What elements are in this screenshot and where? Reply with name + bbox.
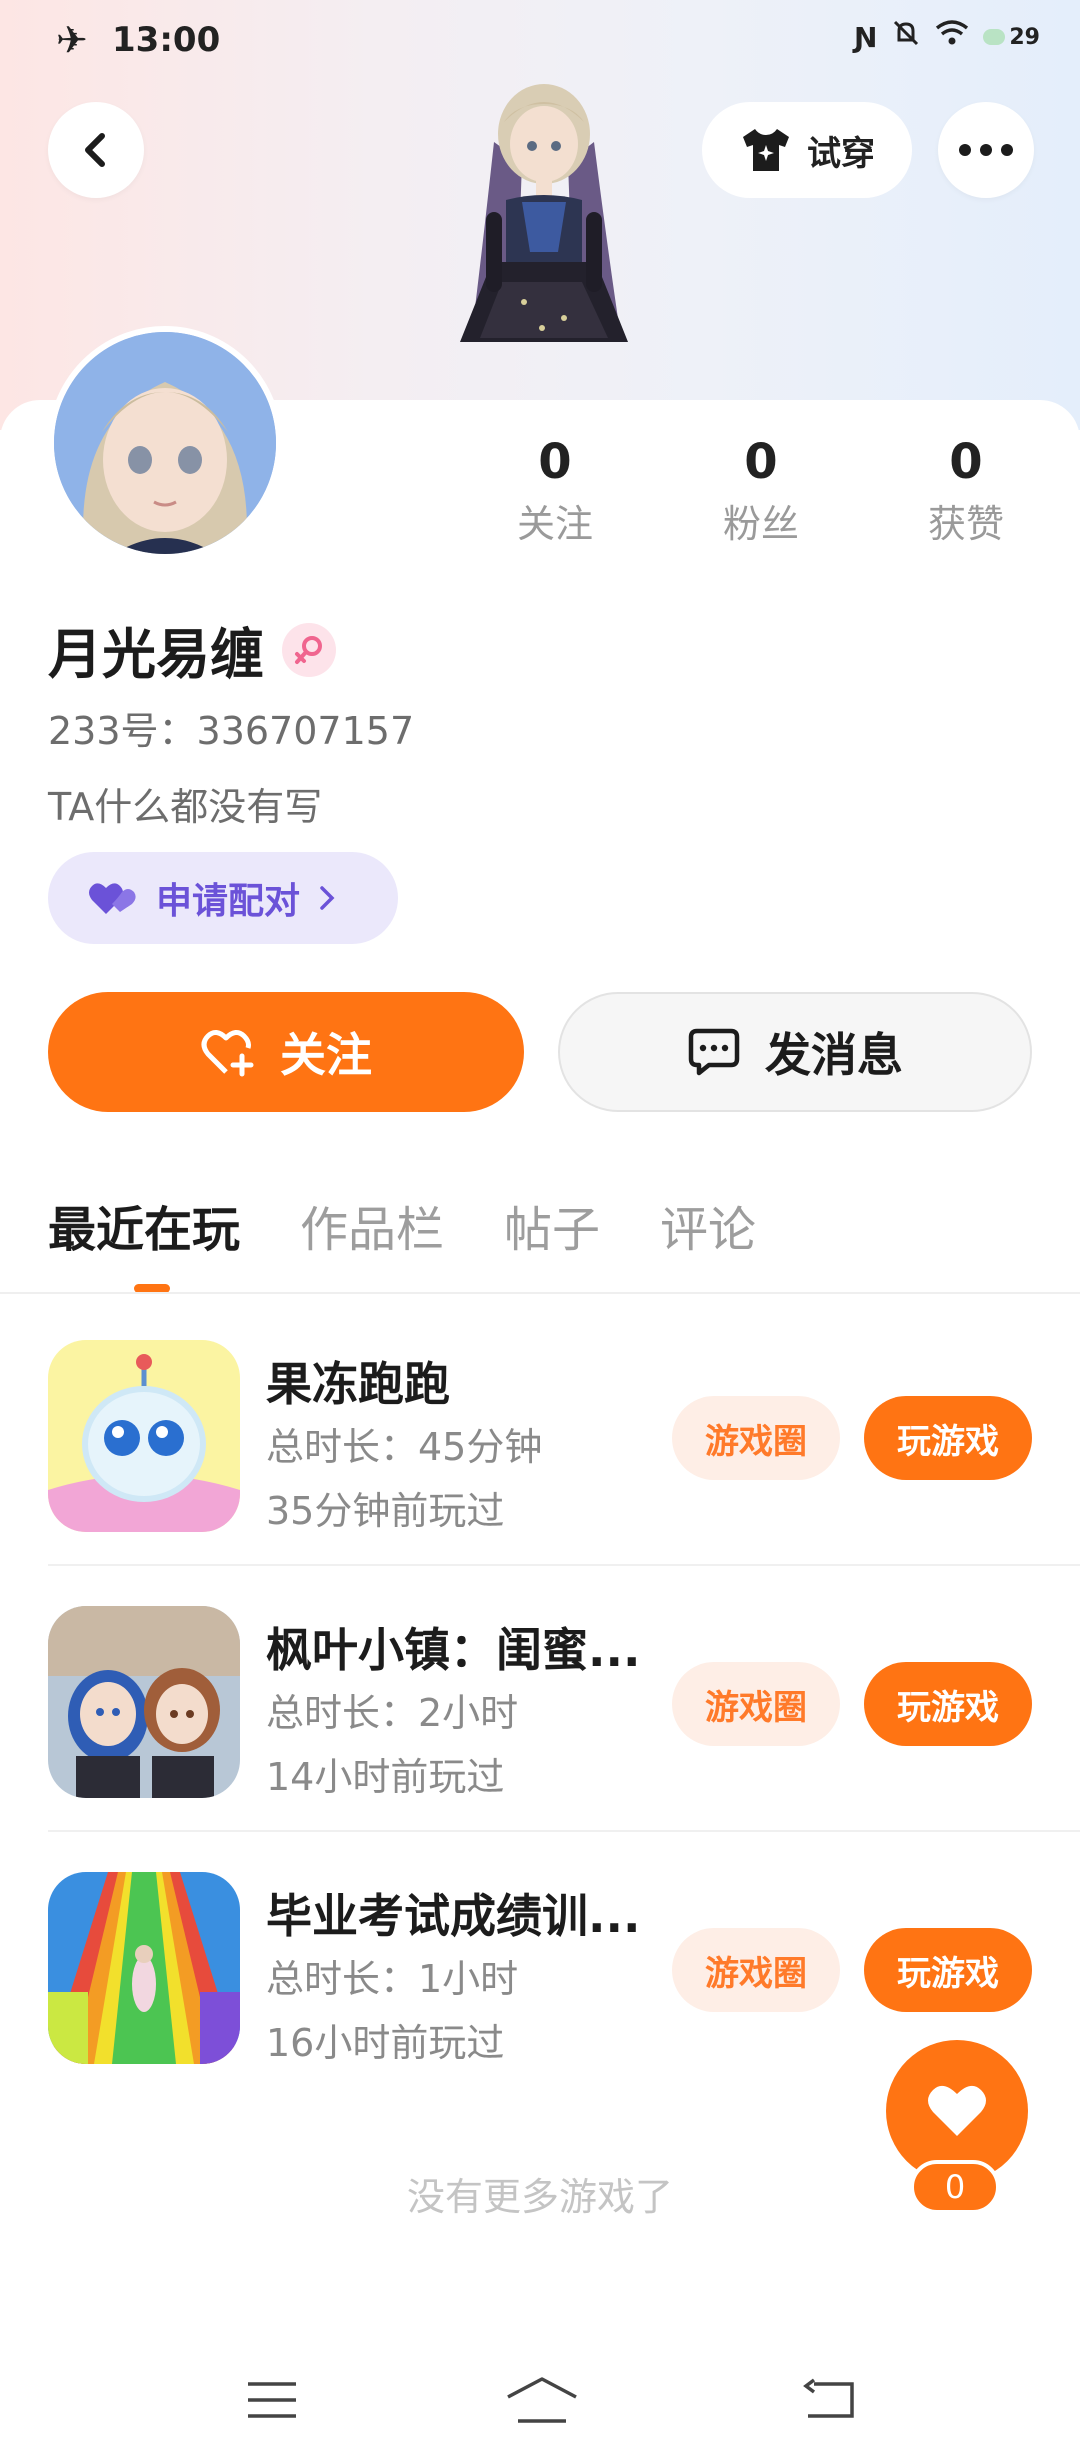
stat-likes-label: 获赞 <box>927 502 1004 546</box>
game-duration: 总时长：1小时 <box>266 1957 519 2001</box>
game-title: 果冻跑跑 <box>266 1357 450 1411</box>
status-bar: ✈ 13:00 Ɲ 29 <box>0 0 1080 80</box>
tab-recently-played[interactable]: 最近在玩 <box>48 1190 240 1260</box>
back-button[interactable] <box>48 102 144 198</box>
stat-following-value: 0 <box>538 434 572 490</box>
try-on-label: 试穿 <box>807 133 875 174</box>
battery-indicator: 29 <box>983 25 1040 50</box>
nfc-icon: Ɲ <box>853 20 878 54</box>
tab-divider <box>0 1292 1080 1294</box>
profile-tabs: 最近在玩 作品栏 帖子 评论 <box>48 1190 756 1260</box>
user-bio: TA什么都没有写 <box>48 785 323 829</box>
like-count-badge: 0 <box>910 2160 1000 2214</box>
stat-fans-value: 0 <box>744 434 778 490</box>
game-duration: 总时长：2小时 <box>266 1691 519 1735</box>
game-row[interactable]: 枫叶小镇：闺蜜... 总时长：2小时 14小时前玩过 游戏圈 玩游戏 <box>0 1566 1080 1832</box>
chevron-right-icon <box>320 886 335 910</box>
mute-bell-icon <box>891 18 921 56</box>
game-title: 枫叶小镇：闺蜜... <box>266 1623 641 1677</box>
chevron-left-icon <box>85 133 105 167</box>
stat-likes[interactable]: 0 获赞 <box>886 430 1046 552</box>
menu-icon[interactable] <box>240 2372 304 2428</box>
chat-bubble-icon <box>688 1028 740 1076</box>
game-last-played: 35分钟前玩过 <box>266 1489 505 1533</box>
game-circle-button[interactable]: 游戏圈 <box>672 1662 840 1746</box>
play-game-button[interactable]: 玩游戏 <box>864 1928 1032 2012</box>
tab-works[interactable]: 作品栏 <box>300 1190 444 1260</box>
game-last-played: 14小时前玩过 <box>266 1755 505 1799</box>
request-pair-button[interactable]: 申请配对 <box>48 852 398 944</box>
tab-posts[interactable]: 帖子 <box>504 1190 600 1260</box>
more-dots-icon <box>959 144 1013 156</box>
stat-following-label: 关注 <box>516 502 593 546</box>
user-id: 233号：336707157 <box>48 709 415 753</box>
game-last-played: 16小时前玩过 <box>266 2021 505 2065</box>
status-time: 13:00 <box>112 20 221 60</box>
user-avatar[interactable] <box>48 326 282 560</box>
stat-following[interactable]: 0 关注 <box>475 430 635 552</box>
stat-likes-value: 0 <box>949 434 983 490</box>
request-pair-label: 申请配对 <box>156 881 301 922</box>
double-heart-icon <box>89 883 136 914</box>
tab-comments[interactable]: 评论 <box>660 1190 756 1260</box>
play-game-button[interactable]: 玩游戏 <box>864 1662 1032 1746</box>
more-options-button[interactable] <box>938 102 1034 198</box>
home-icon[interactable] <box>504 2372 580 2428</box>
system-nav-bar <box>0 2340 1080 2460</box>
female-gender-icon <box>282 622 336 677</box>
stat-fans-label: 粉丝 <box>722 502 799 546</box>
airplane-icon: ✈ <box>56 18 88 62</box>
game-icon-maple-town[interactable] <box>48 1606 240 1798</box>
follow-button[interactable]: 关注 <box>48 992 524 1112</box>
user-name: 月光易缠 <box>48 623 264 686</box>
game-duration: 总时长：45分钟 <box>266 1425 543 1469</box>
try-on-button[interactable]: 试穿 <box>702 102 912 198</box>
name-row: 月光易缠 <box>48 610 336 689</box>
heart-icon <box>928 2085 986 2136</box>
game-circle-button[interactable]: 游戏圈 <box>672 1396 840 1480</box>
game-icon-jelly-run[interactable] <box>48 1340 240 1532</box>
game-title: 毕业考试成绩训... <box>266 1889 641 1943</box>
back-nav-icon[interactable] <box>796 2372 860 2428</box>
game-row[interactable]: 果冻跑跑 总时长：45分钟 35分钟前玩过 游戏圈 玩游戏 <box>0 1300 1080 1566</box>
send-message-button[interactable]: 发消息 <box>558 992 1032 1112</box>
wifi-icon <box>935 19 969 55</box>
battery-icon <box>983 29 1006 45</box>
send-message-label: 发消息 <box>765 1028 903 1082</box>
follow-label: 关注 <box>280 1028 372 1082</box>
game-icon-graduation-exam[interactable] <box>48 1872 240 2064</box>
tshirt-icon <box>743 129 789 171</box>
game-circle-button[interactable]: 游戏圈 <box>672 1928 840 2012</box>
character-avatar-figure[interactable] <box>432 82 656 402</box>
heart-plus-icon <box>201 1030 254 1077</box>
stat-fans[interactable]: 0 粉丝 <box>681 430 841 552</box>
play-game-button[interactable]: 玩游戏 <box>864 1396 1032 1480</box>
